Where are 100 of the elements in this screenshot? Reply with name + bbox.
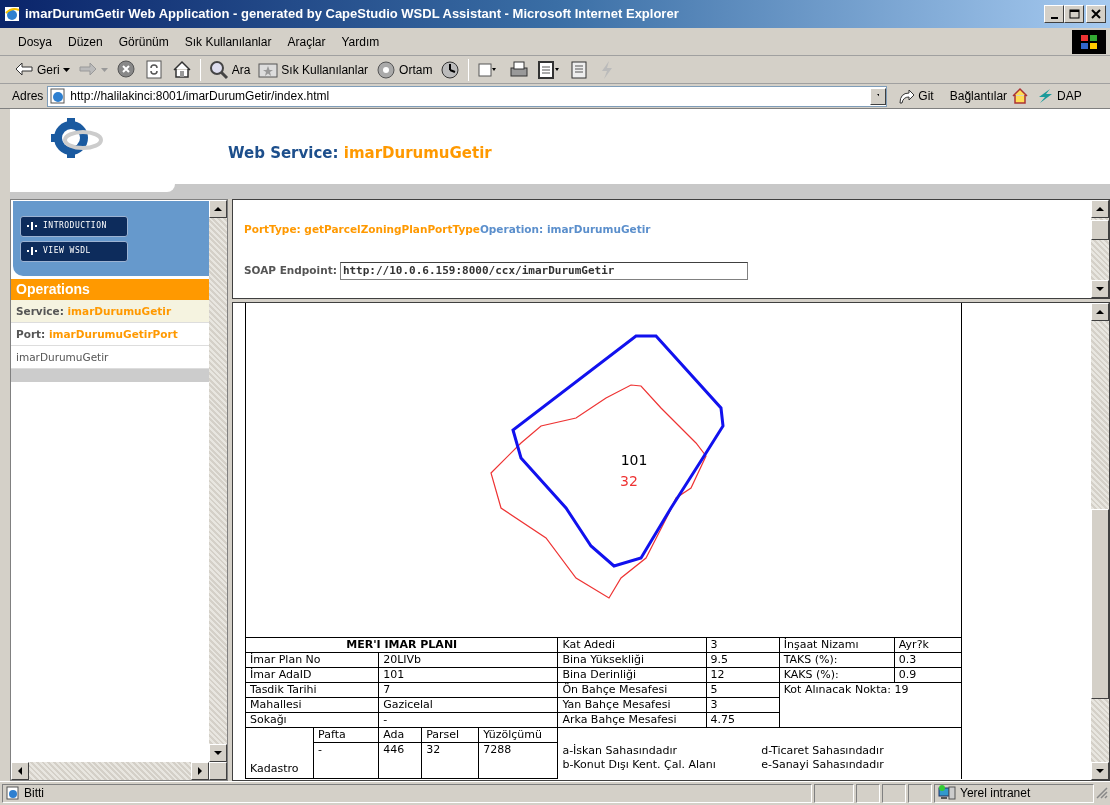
table-cell: Mahallesi [245,697,379,713]
operations-heading: Operations [11,279,209,300]
history-clock-button[interactable] [440,59,461,80]
stop-button[interactable] [115,59,136,80]
table-cell: 5 [706,682,780,698]
table-cell: Parsel [421,727,479,743]
maximize-icon [1068,8,1080,20]
table-cell: 20LIVb [378,652,558,668]
status-pane [856,783,880,803]
nav-button[interactable]: VIEW WSDL [20,240,128,262]
table-cell: 446 [378,742,422,779]
notepad-button[interactable] [569,59,590,80]
table-cell: Kot Alınacak Nokta: 19 [779,682,962,728]
browser-icon [4,6,20,22]
table-cell: 0.3 [894,652,962,668]
table-cell: 101 [378,667,558,683]
porttype-line: PortType: getParcelZoningPlanPortTypeOperation: imarDurumuGetir [244,222,652,237]
table-cell: Sokağı [245,712,379,728]
page-icon [6,786,20,800]
menu-item[interactable]: Araçlar [279,32,334,51]
address-text: http://halilakinci:8001/imarDurumGetir/index.html [70,88,330,105]
table-cell: Arka Bahçe Mesafesi [557,712,707,728]
table-cell: İmar Plan No [245,652,379,668]
close-icon [1090,8,1102,20]
table-cell: Gazicelal [378,697,558,713]
network-computer-icon [938,785,956,801]
table-cell: Bina Yüksekliği [557,652,707,668]
links-label[interactable]: Bağlantılar [949,87,1008,105]
table-cell: Kat Adedi [557,637,707,653]
table-cell: 32 [421,742,479,779]
table-cell: Bina Derinliği [557,667,707,683]
close-button[interactable] [1086,5,1106,23]
table-cell: 7 [378,682,558,698]
toolbar-button[interactable]: Sık Kullanılanlar [258,59,369,80]
table-cell: 7288 [478,742,558,779]
stop-icon [115,59,136,80]
toolbar-button[interactable]: Geri [14,59,70,80]
history-clock-icon [440,59,461,80]
windows-logo-icon [1072,29,1106,54]
table-cell: Tasdik Tarihi [245,682,379,698]
page-heading: Web Service: imarDurumuGetir [228,142,492,164]
status-pane [882,783,906,803]
table-cell: - [378,712,558,728]
table-cell: Yan Bahçe Mesafesi [557,697,707,713]
printer-button[interactable] [509,59,530,80]
table-cell: 12 [706,667,780,683]
parcel-label: 32 [620,473,638,489]
dap-button[interactable]: DAP [1036,87,1082,105]
toolbar-button[interactable]: Ara [208,59,251,80]
table-cell: İmar AdaID [245,667,379,683]
table-cell: 3 [706,697,780,713]
table-title: MER'I IMAR PLANI [245,637,558,653]
dots-icon [27,247,37,255]
address-field[interactable]: http://halilakinci:8001/imarDurumGetir/index.html [47,85,888,107]
maximize-button[interactable] [1064,5,1084,23]
toolbar-button[interactable]: Ortam [376,59,433,80]
go-button[interactable]: Git [897,87,934,105]
document-button[interactable] [537,59,562,80]
table-cell: Yüzölçümü [478,727,558,743]
menu-item[interactable]: Düzen [60,32,111,51]
endpoint-label: SOAP Endpoint: [244,262,337,278]
minimize-button[interactable] [1044,5,1064,23]
refresh-button[interactable] [143,59,164,80]
table-cell: TAKS (%): [779,652,895,668]
minimize-icon [1050,17,1058,19]
notepad-icon [569,59,590,80]
service-row: Service: imarDurumuGetir [11,300,209,323]
dots-icon [27,222,37,230]
nav-button[interactable]: INTRODUCTION [20,215,128,237]
table-cell: 3 [706,637,780,653]
island-label: 101 [620,452,648,468]
legend-text: e-Sanayi Sahasındadır [761,758,885,772]
page-icon [50,88,67,104]
curved-arrow-icon [897,88,916,104]
media-disc-icon [376,59,397,80]
document-icon [537,59,562,80]
address-label: Adres [12,88,44,105]
menu-item[interactable]: Görünüm [110,32,177,51]
refresh-icon [143,59,164,80]
status-pane [814,783,854,803]
menu-item[interactable]: Sık Kullanılanlar [176,32,280,51]
legend-text: a-İskan Sahasındadır [562,744,678,758]
home-button[interactable] [171,59,192,80]
table-cell: Ada [378,727,422,743]
home-icon[interactable] [1011,87,1030,105]
table-cell: 4.75 [706,712,780,728]
menu-item[interactable]: Yardım [333,32,388,51]
table-cell: Kadastro [245,727,314,779]
table-cell: İnşaat Nizamı [779,637,895,653]
legend-text: b-Konut Dışı Kent. Çal. Alanı [562,758,717,772]
table-cell: Pafta [313,727,379,743]
menu-item[interactable]: Dosya [10,32,60,51]
printer-icon [509,59,530,80]
resize-grip-icon [1096,787,1108,799]
magnifier-icon [208,59,229,80]
window-title: imarDurumGetir Web Application - generated by CapeStudio WSDL Assistant - Microsoft Internet Explorer [25,5,679,24]
status-text: Bitti [24,785,44,802]
dropdown-button[interactable] [870,87,887,105]
zone-text: Yerel intranet [960,785,1031,802]
endpoint-field[interactable]: http://10.0.6.159:8000/ccx/imarDurumGetir [339,261,748,280]
